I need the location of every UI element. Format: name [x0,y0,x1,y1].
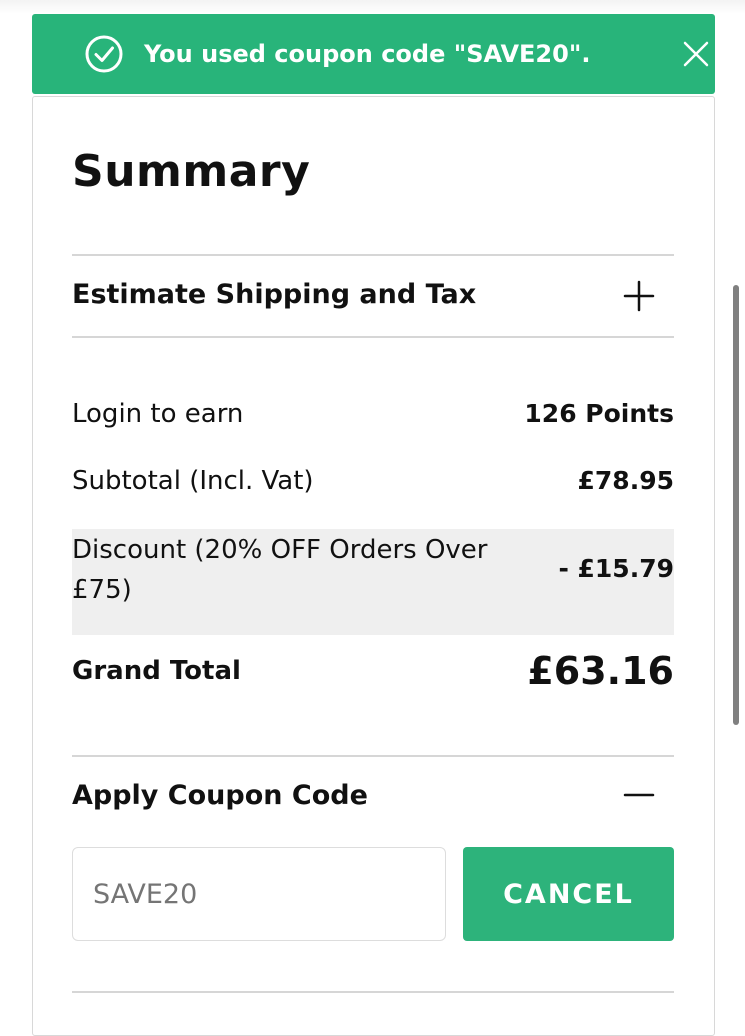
grand-total-value: £63.16 [527,649,674,693]
discount-value: - £15.79 [558,554,674,583]
coupon-success-banner: You used coupon code "SAVE20". [32,14,715,94]
subtotal-label: Subtotal (Incl. Vat) [72,466,314,496]
cancel-coupon-button[interactable]: CANCEL [463,847,674,941]
discount-label: Discount (20% OFF Orders Over £75) [72,535,488,605]
estimate-shipping-toggle[interactable]: Estimate Shipping and Tax [72,277,476,313]
divider [72,991,674,993]
check-circle-icon [84,34,124,74]
subtotal-value: £78.95 [577,466,674,495]
divider [72,254,674,256]
grand-total-label: Grand Total [72,656,241,686]
close-icon[interactable] [680,38,712,70]
apply-coupon-toggle[interactable]: Apply Coupon Code [72,778,368,814]
reward-points-value: 126 Points [524,399,674,428]
top-fade [0,0,745,14]
minus-icon[interactable] [622,778,656,812]
divider [72,755,674,757]
coupon-code-input[interactable] [72,847,446,941]
scrollbar[interactable] [733,285,739,725]
divider [72,336,674,338]
plus-icon[interactable] [622,279,656,313]
login-to-earn-link[interactable]: Login to earn [72,394,243,434]
banner-message: You used coupon code "SAVE20". [144,40,591,68]
summary-title: Summary [72,146,311,197]
